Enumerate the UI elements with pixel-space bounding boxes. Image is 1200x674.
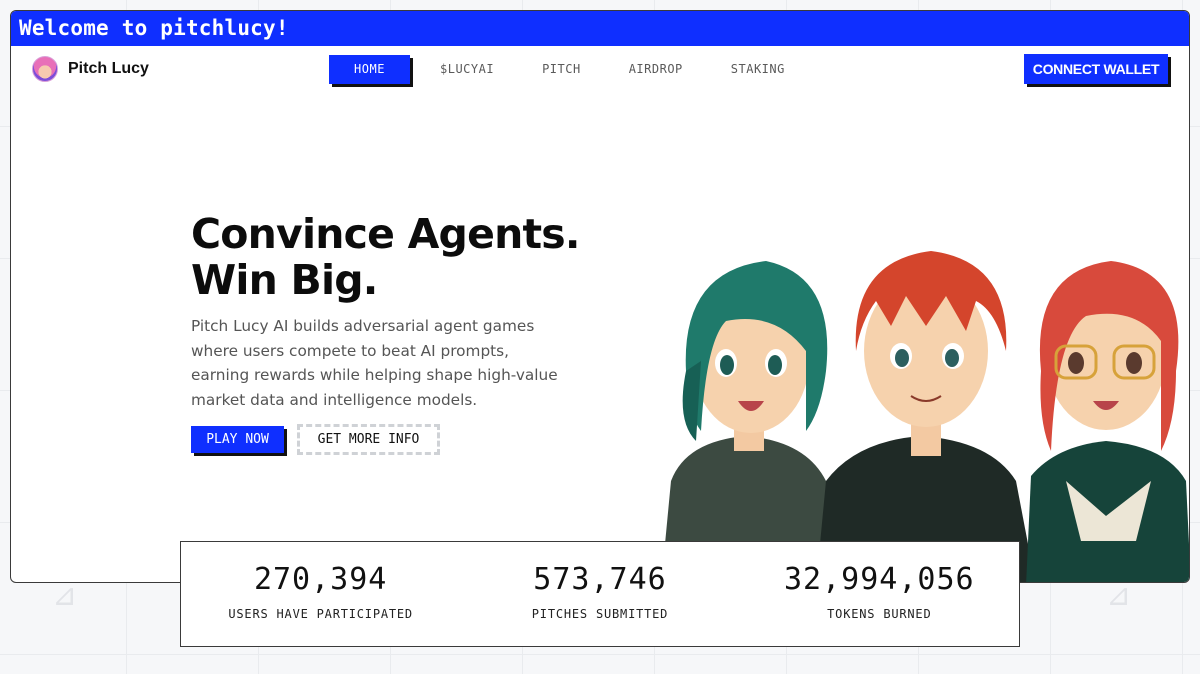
- connect-wallet-button[interactable]: CONNECT WALLET: [1024, 54, 1168, 84]
- stat-value: 573,746: [533, 562, 667, 597]
- stat-label: USERS HAVE PARTICIPATED: [228, 607, 413, 621]
- anime-characters-illustration: [661, 251, 1189, 582]
- stat-label: PITCHES SUBMITTED: [531, 607, 669, 621]
- nav-links: HOME $LUCYAI PITCH AIRDROP STAKING: [329, 55, 809, 84]
- red-hair-boy-character: [816, 251, 1036, 582]
- stat-label: TOKENS BURNED: [827, 607, 932, 621]
- browser-window: Welcome to pitchlucy! Pitch Lucy HOME $L…: [10, 10, 1190, 583]
- stat-value: 270,394: [253, 562, 388, 597]
- pitch-lucy-avatar-icon: [32, 56, 58, 82]
- stat-users: 270,394 USERS HAVE PARTICIPATED: [181, 542, 460, 646]
- stat-pitches: 573,746 PITCHES SUBMITTED: [460, 542, 739, 646]
- top-navigation: Pitch Lucy HOME $LUCYAI PITCH AIRDROP ST…: [11, 46, 1189, 106]
- teal-hair-character: [661, 261, 836, 582]
- nav-item-airdrop[interactable]: AIRDROP: [605, 55, 707, 84]
- nav-item-home[interactable]: HOME: [329, 55, 410, 84]
- glasses-girl-character: [1026, 261, 1189, 582]
- hero-description: Pitch Lucy AI builds adversarial agent g…: [191, 317, 558, 409]
- background-decoration: ⊿: [1106, 578, 1132, 613]
- hero-title: Convince Agents. Win Big.: [191, 211, 580, 303]
- stat-tokens: 32,994,056 TOKENS BURNED: [740, 542, 1019, 646]
- brand-logo[interactable]: Pitch Lucy: [32, 56, 149, 82]
- stats-panel: 270,394 USERS HAVE PARTICIPATED 573,746 …: [180, 541, 1020, 647]
- hero-title-line-1: Convince Agents.: [191, 210, 580, 258]
- hero-title-line-2: Win Big.: [191, 256, 378, 304]
- nav-item-staking[interactable]: STAKING: [707, 55, 809, 84]
- window-title-bar: Welcome to pitchlucy!: [11, 11, 1189, 46]
- brand-name: Pitch Lucy: [68, 60, 149, 77]
- play-now-button[interactable]: PLAY NOW: [191, 426, 284, 453]
- hero-actions: PLAY NOW GET MORE INFO: [191, 424, 440, 455]
- nav-item-lucyai[interactable]: $LUCYAI: [414, 55, 518, 84]
- nav-item-pitch[interactable]: PITCH: [518, 55, 605, 84]
- get-more-info-button[interactable]: GET MORE INFO: [297, 424, 440, 455]
- background-decoration: ⊿: [52, 578, 78, 613]
- stat-value: 32,994,056: [784, 562, 975, 597]
